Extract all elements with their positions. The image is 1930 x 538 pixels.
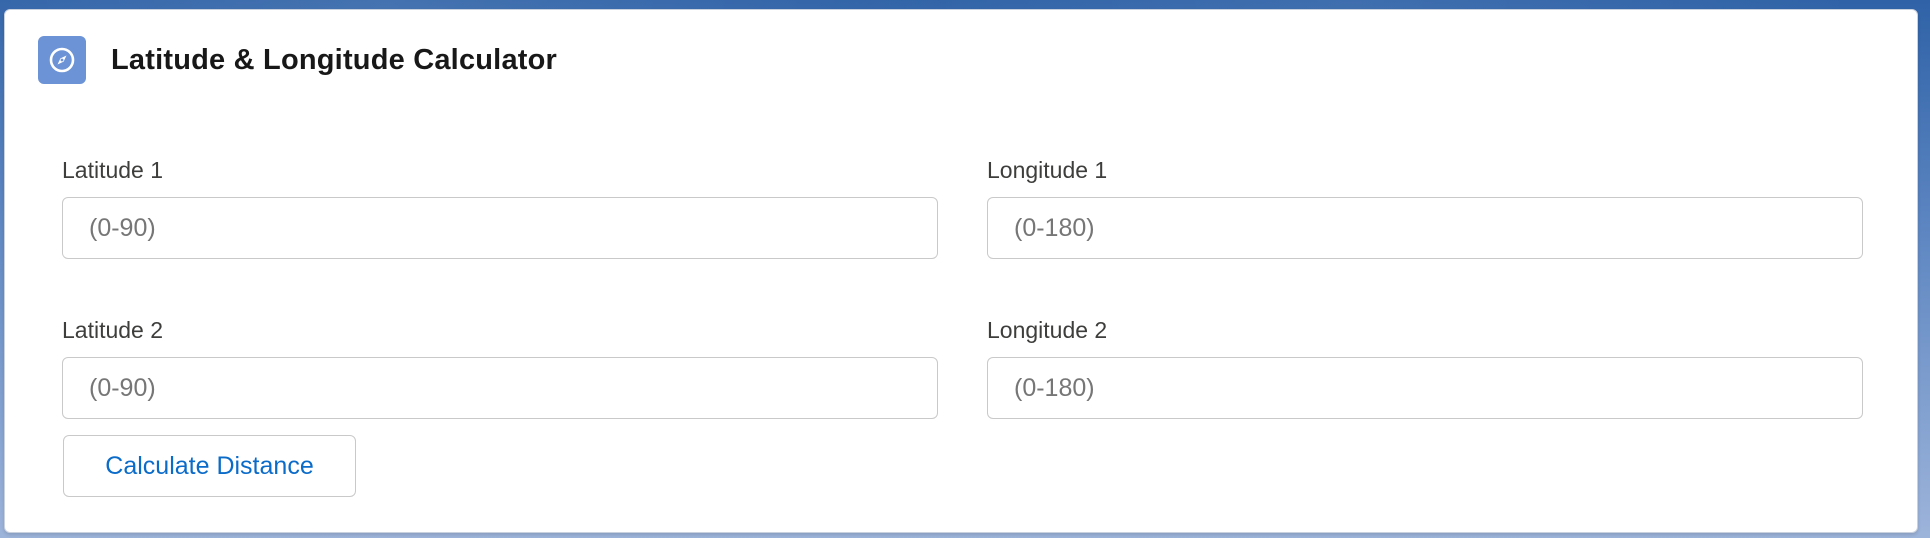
- longitude-2-label: Longitude 2: [987, 317, 1108, 343]
- latitude-2-label: Latitude 2: [62, 317, 164, 343]
- latitude-1-input[interactable]: [62, 197, 938, 259]
- longitude-1-field: Longitude 1: [987, 155, 1863, 259]
- latitude-2-field: Latitude 2: [62, 315, 938, 419]
- longitude-2-field: Longitude 2: [987, 315, 1863, 419]
- longitude-2-input[interactable]: [987, 357, 1863, 419]
- calculate-distance-button[interactable]: Calculate Distance: [63, 435, 356, 497]
- longitude-1-label: Longitude 1: [987, 157, 1108, 183]
- compass-icon: [38, 36, 86, 84]
- latitude-1-label: Latitude 1: [62, 157, 164, 183]
- latitude-1-field: Latitude 1: [62, 155, 938, 259]
- card-header: Latitude & Longitude Calculator: [38, 36, 557, 84]
- calculator-card: Latitude & Longitude Calculator Latitude…: [4, 9, 1918, 533]
- latitude-2-input[interactable]: [62, 357, 938, 419]
- longitude-1-input[interactable]: [987, 197, 1863, 259]
- page-title: Latitude & Longitude Calculator: [111, 43, 558, 76]
